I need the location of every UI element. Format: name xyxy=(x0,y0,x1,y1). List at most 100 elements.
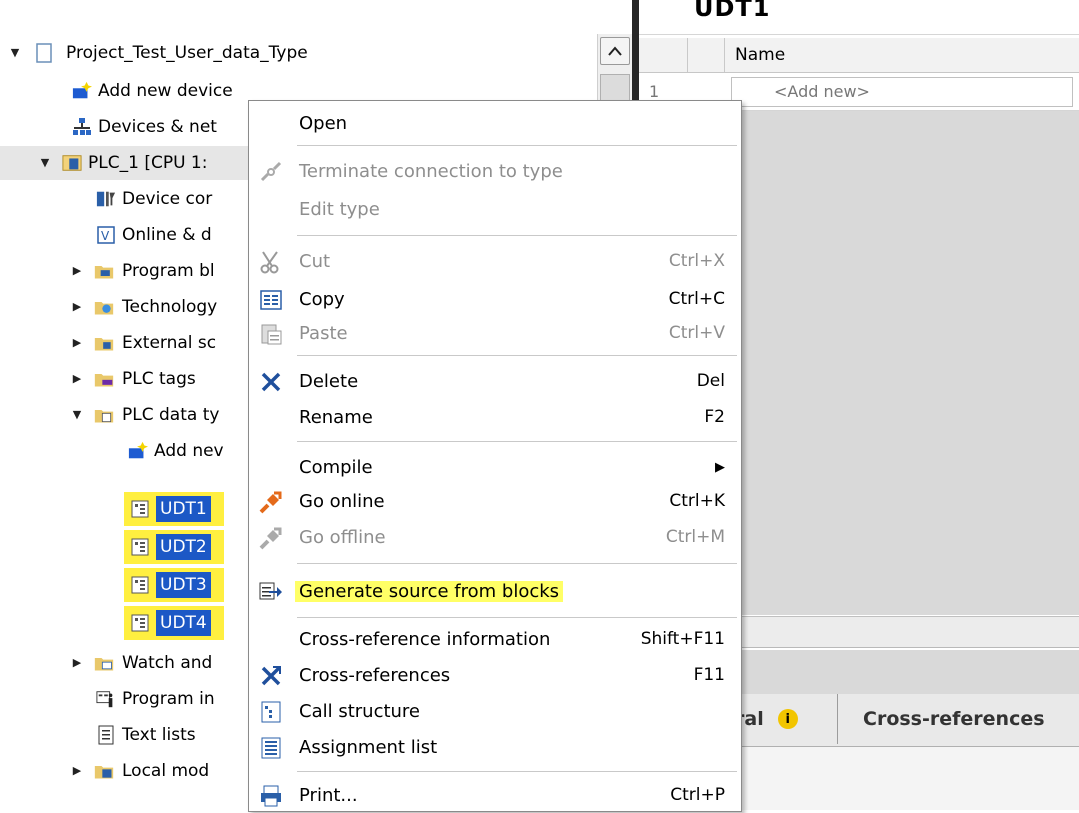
call-structure-icon xyxy=(259,700,283,724)
collapse-arrow-icon[interactable]: ▼ xyxy=(8,46,22,60)
expand-arrow-icon[interactable]: ▶ xyxy=(70,264,84,278)
tree-item-label: Add new device xyxy=(98,81,233,101)
tree-item-label: External sc xyxy=(122,333,217,353)
udt-icon xyxy=(130,499,150,519)
header-cell xyxy=(639,38,688,72)
tree-item-label: Technology xyxy=(122,297,218,317)
menu-item-label: Cross-references xyxy=(299,665,451,686)
copy-icon xyxy=(259,288,283,312)
collapse-arrow-icon[interactable]: ▼ xyxy=(70,408,84,422)
expand-arrow-icon[interactable]: ▶ xyxy=(70,372,84,386)
add-new-placeholder: <Add new> xyxy=(774,82,870,101)
tree-item-label: Watch and xyxy=(122,653,213,673)
local-modules-icon xyxy=(94,761,114,781)
menu-item-label: Open xyxy=(299,113,348,134)
tree-item-label: Text lists xyxy=(122,725,196,745)
menu-item-paste[interactable]: Paste Ctrl+V xyxy=(249,315,741,351)
udt-icon xyxy=(130,613,150,633)
tree-item-label: Local mod xyxy=(122,761,210,781)
info-icon: i xyxy=(777,709,798,729)
menu-item-print[interactable]: Print... Ctrl+P xyxy=(249,777,741,813)
menu-item-copy[interactable]: Copy Ctrl+C xyxy=(249,281,741,317)
menu-item-terminate-connection[interactable]: Terminate connection to type xyxy=(249,153,741,189)
menu-item-generate-source[interactable]: Generate source from blocks xyxy=(249,573,741,609)
tree-item-label: Project_Test_User_data_Type xyxy=(66,43,308,63)
svg-text:V: V xyxy=(101,229,110,243)
delete-x-icon xyxy=(259,370,283,394)
tab-cross-references[interactable]: Cross-references xyxy=(849,694,1079,744)
cross-references-icon xyxy=(259,664,283,688)
menu-item-delete[interactable]: Delete Del xyxy=(249,363,741,399)
menu-item-label: Delete xyxy=(299,371,359,392)
menu-item-label: Edit type xyxy=(299,199,380,220)
menu-item-label: Copy xyxy=(299,289,345,310)
menu-item-cross-references[interactable]: Cross-references F11 xyxy=(249,657,741,693)
add-new-icon xyxy=(128,441,148,461)
tab-general[interactable]: ral i xyxy=(735,694,838,744)
menu-item-call-structure[interactable]: Call structure xyxy=(249,693,741,729)
menu-item-label: Rename xyxy=(299,407,373,428)
menu-item-cut[interactable]: Cut Ctrl+X xyxy=(249,243,741,279)
tree-item-label: Program bl xyxy=(122,261,215,281)
technology-folder-icon xyxy=(94,297,114,317)
tree-item-label: Program in xyxy=(122,689,215,709)
menu-item-shortcut: F2 xyxy=(704,407,725,427)
go-offline-icon xyxy=(259,526,283,550)
network-icon xyxy=(72,117,92,137)
menu-item-shortcut: Ctrl+K xyxy=(669,491,725,511)
menu-item-cross-reference-info[interactable]: Cross-reference information Shift+F11 xyxy=(249,621,741,657)
tree-item-label: PLC_1 [CPU 1: xyxy=(88,153,208,173)
tree-item-label: PLC tags xyxy=(122,369,196,389)
menu-item-label: Cross-reference information xyxy=(299,629,551,650)
menu-item-label: Print... xyxy=(299,785,358,806)
editor-table-header: Name xyxy=(639,38,1079,73)
scroll-up-button[interactable] xyxy=(600,37,630,65)
menu-item-shortcut: Del xyxy=(696,371,725,391)
menu-separator xyxy=(297,235,737,236)
tree-item-label: Add nev xyxy=(154,441,224,461)
row-number: 1 xyxy=(649,82,660,101)
menu-item-compile[interactable]: Compile ▶ xyxy=(249,449,741,485)
program-blocks-folder-icon xyxy=(94,261,114,281)
menu-item-label: Go offline xyxy=(299,527,386,548)
menu-item-shortcut: F11 xyxy=(693,665,725,685)
menu-item-edit-type[interactable]: Edit type xyxy=(249,191,741,227)
menu-item-rename[interactable]: Rename F2 xyxy=(249,399,741,435)
terminate-connection-icon xyxy=(259,160,283,184)
menu-separator xyxy=(297,563,737,564)
expand-arrow-icon[interactable]: ▶ xyxy=(70,300,84,314)
scissors-icon xyxy=(259,250,283,274)
menu-item-label: Generate source from blocks xyxy=(295,581,564,602)
expand-arrow-icon[interactable]: ▶ xyxy=(70,656,84,670)
tree-item-project[interactable]: ▼ Project_Test_User_data_Type xyxy=(0,36,596,70)
add-new-cell[interactable]: <Add new> xyxy=(731,77,1073,107)
menu-item-label: Cut xyxy=(299,251,331,272)
menu-item-go-online[interactable]: Go online Ctrl+K xyxy=(249,483,741,519)
expand-arrow-icon[interactable]: ▶ xyxy=(70,764,84,778)
header-cell xyxy=(688,38,725,72)
menu-separator xyxy=(297,441,737,442)
go-online-icon xyxy=(259,490,283,514)
menu-item-assignment-list[interactable]: Assignment list xyxy=(249,729,741,765)
editor-title-bar: UDT1 xyxy=(639,0,1079,35)
device-config-icon xyxy=(96,189,116,209)
menu-separator xyxy=(297,771,737,772)
plc-icon xyxy=(62,153,82,173)
collapse-arrow-icon[interactable]: ▼ xyxy=(38,156,52,170)
menu-item-label: Compile xyxy=(299,457,373,478)
text-lists-icon xyxy=(96,725,116,745)
menu-item-shortcut: Shift+F11 xyxy=(640,629,725,649)
column-header-name[interactable]: Name xyxy=(735,45,785,65)
menu-item-go-offline[interactable]: Go offline Ctrl+M xyxy=(249,519,741,555)
tree-item-label: UDT3 xyxy=(156,572,211,598)
menu-item-label: Assignment list xyxy=(299,737,438,758)
context-menu: Open Terminate connection to type Edit t… xyxy=(248,100,742,812)
menu-item-label: Terminate connection to type xyxy=(299,161,563,182)
menu-item-shortcut: Ctrl+X xyxy=(668,251,725,271)
tree-item-label: UDT4 xyxy=(156,610,211,636)
tree-item-label: PLC data ty xyxy=(122,405,220,425)
menu-item-open[interactable]: Open xyxy=(249,105,741,141)
tree-item-label: Device cor xyxy=(122,189,213,209)
paste-icon xyxy=(259,322,283,346)
expand-arrow-icon[interactable]: ▶ xyxy=(70,336,84,350)
